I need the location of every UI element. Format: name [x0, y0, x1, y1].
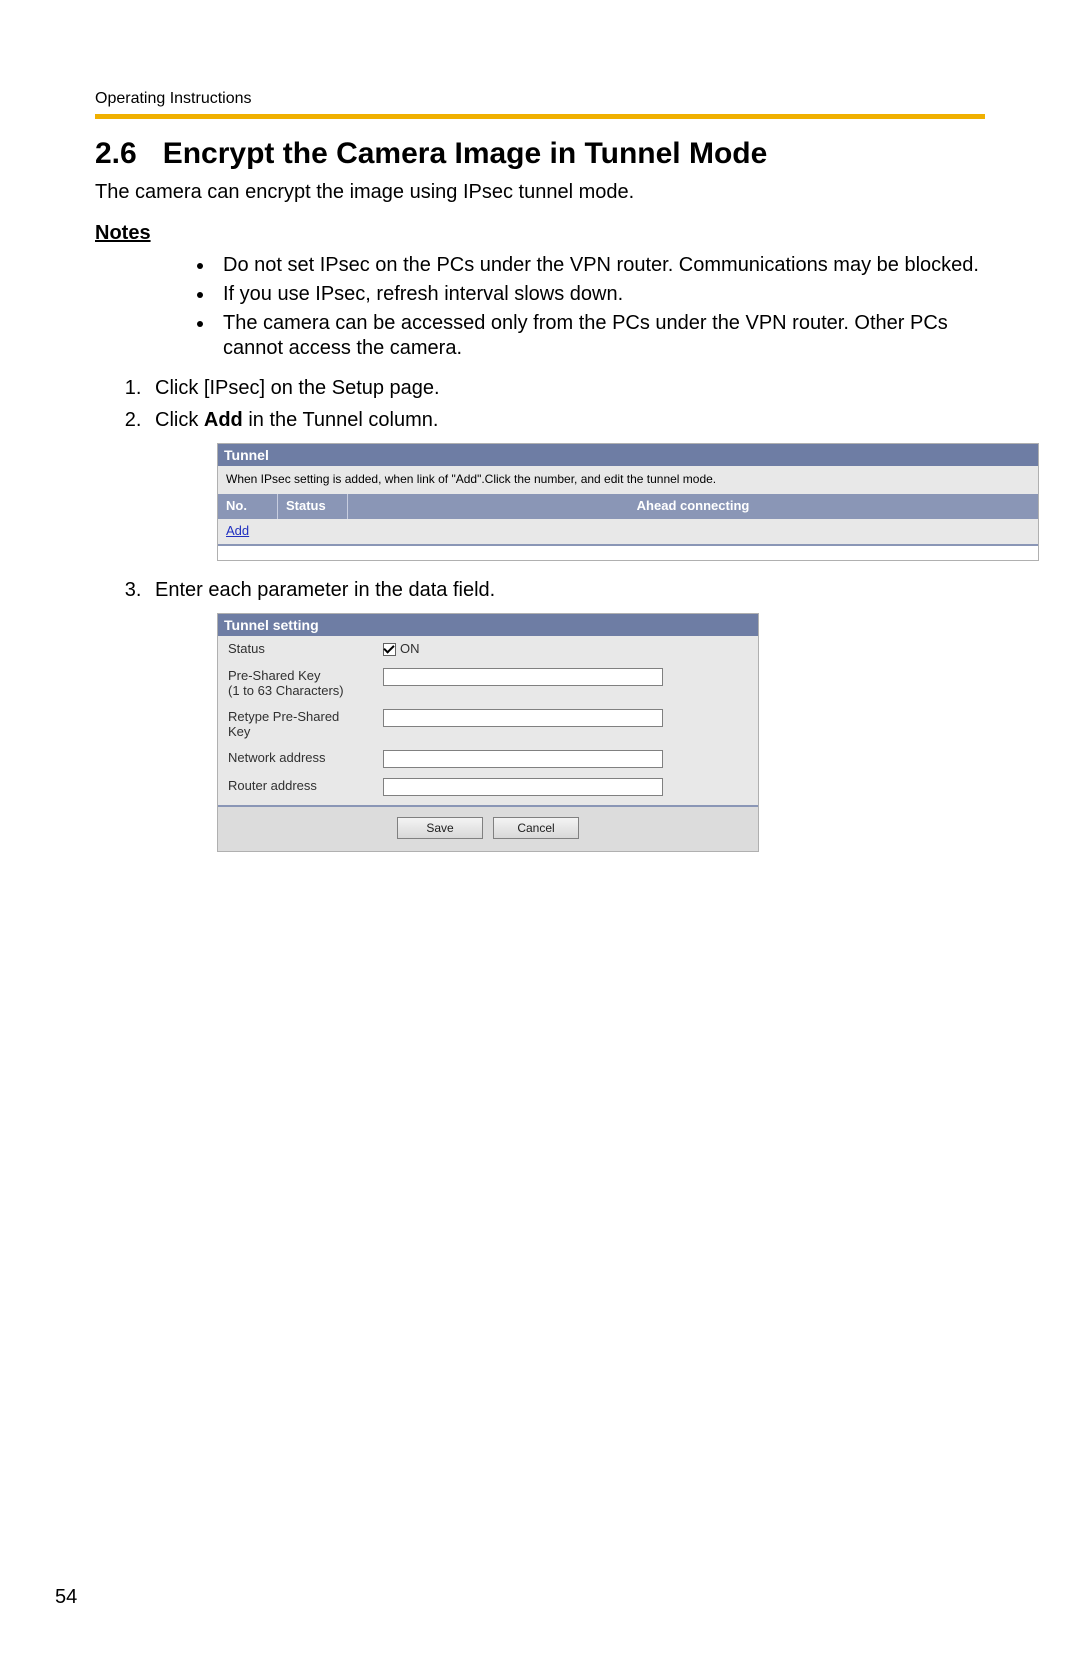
status-checkbox[interactable]: [383, 643, 396, 656]
tunnel-col-no-header: No.: [218, 494, 278, 519]
header-rule: [95, 114, 985, 119]
step-2: Click Add in the Tunnel column. Tunnel W…: [147, 407, 985, 561]
status-value: ON: [400, 641, 420, 658]
retype-label-line2: Key: [228, 724, 250, 739]
psk-label-line2: (1 to 63 Characters): [228, 683, 344, 698]
steps-list: Click [IPsec] on the Setup page. Click A…: [95, 375, 985, 852]
setting-row-network: Network address: [218, 745, 758, 773]
tunnel-header-row: No. Status Ahead connecting: [218, 494, 1038, 519]
step-3: Enter each parameter in the data field. …: [147, 577, 985, 852]
running-header: Operating Instructions: [95, 90, 985, 108]
step-1: Click [IPsec] on the Setup page.: [147, 375, 985, 401]
setting-row-status: Status ON: [218, 636, 758, 663]
setting-row-retype: Retype Pre-Shared Key: [218, 704, 758, 745]
page-number: 54: [55, 1586, 77, 1609]
section-title-text: Encrypt the Camera Image in Tunnel Mode: [163, 137, 768, 170]
psk-input[interactable]: [383, 668, 663, 686]
tunnel-data-row: Add: [218, 519, 1038, 544]
intro-text: The camera can encrypt the image using I…: [95, 181, 985, 204]
notes-item: If you use IPsec, refresh interval slows…: [215, 282, 985, 307]
section-heading: 2.6 Encrypt the Camera Image in Tunnel Mo…: [95, 137, 985, 171]
tunnel-panel-title: Tunnel: [218, 444, 1038, 466]
step-3-text: Enter each parameter in the data field.: [155, 579, 495, 601]
tunnel-footer-gap: [218, 546, 1038, 560]
tunnel-col-status-header: Status: [278, 494, 348, 519]
network-label: Network address: [228, 750, 383, 766]
tunnel-row-status: [278, 519, 348, 544]
notes-list: Do not set IPsec on the PCs under the VP…: [95, 253, 985, 361]
cancel-button[interactable]: Cancel: [493, 817, 579, 839]
status-label: Status: [228, 641, 383, 657]
save-button[interactable]: Save: [397, 817, 483, 839]
tunnel-setting-title: Tunnel setting: [218, 614, 758, 636]
tunnel-row-ahead: [348, 519, 1038, 544]
tunnel-panel: Tunnel When IPsec setting is added, when…: [217, 443, 1039, 561]
tunnel-setting-panel: Tunnel setting Status ON Pre-Shared Key …: [217, 613, 759, 852]
tunnel-add-link[interactable]: Add: [226, 523, 249, 538]
notes-heading: Notes: [95, 222, 985, 245]
notes-item: The camera can be accessed only from the…: [215, 311, 985, 361]
step-2-post: in the Tunnel column.: [243, 409, 439, 431]
tunnel-col-ahead-header: Ahead connecting: [348, 494, 1038, 519]
retype-psk-input[interactable]: [383, 709, 663, 727]
setting-button-row: Save Cancel: [218, 807, 758, 851]
section-number: 2.6: [95, 137, 137, 171]
network-address-input[interactable]: [383, 750, 663, 768]
setting-row-psk: Pre-Shared Key (1 to 63 Characters): [218, 663, 758, 704]
router-address-input[interactable]: [383, 778, 663, 796]
retype-label-line1: Retype Pre-Shared: [228, 709, 339, 724]
step-2-bold: Add: [204, 409, 243, 431]
tunnel-panel-description: When IPsec setting is added, when link o…: [218, 466, 1038, 494]
document-page: Operating Instructions 2.6 Encrypt the Ca…: [0, 0, 1080, 1669]
router-label: Router address: [228, 778, 383, 794]
setting-row-router: Router address: [218, 773, 758, 801]
psk-label-line1: Pre-Shared Key: [228, 668, 321, 683]
step-2-pre: Click: [155, 409, 204, 431]
notes-item: Do not set IPsec on the PCs under the VP…: [215, 253, 985, 278]
